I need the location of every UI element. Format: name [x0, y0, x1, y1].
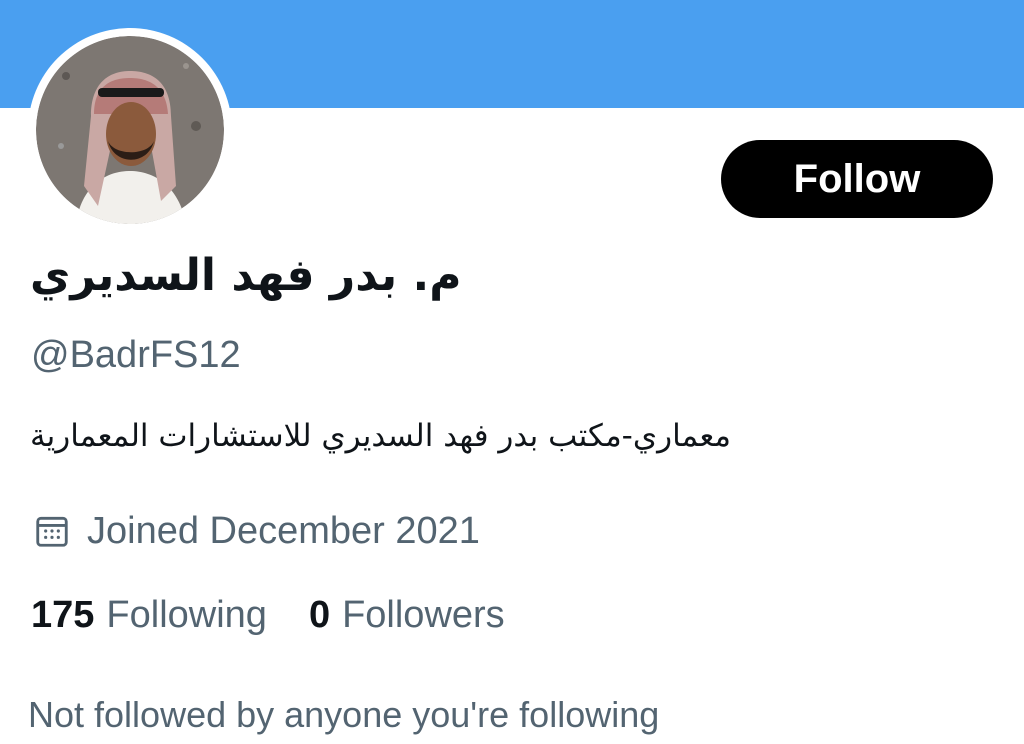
calendar-icon	[36, 516, 68, 547]
avatar[interactable]	[28, 28, 232, 232]
joined-label: Joined December 2021	[87, 509, 480, 552]
following-label: Following	[106, 593, 267, 636]
followers-link[interactable]: 0 Followers	[309, 594, 505, 637]
avatar-image	[36, 36, 224, 224]
following-link[interactable]: 175 Following	[31, 594, 267, 637]
joined-date: Joined December 2021	[33, 506, 480, 556]
mutual-followers-note: Not followed by anyone you're following	[28, 694, 660, 735]
following-count: 175	[31, 593, 95, 636]
display-name: م. بدر فهد السديري	[30, 250, 462, 301]
username-handle: @BadrFS12	[31, 334, 241, 376]
followers-count: 0	[308, 593, 331, 636]
follow-stats: 175 Following 0 Followers	[31, 590, 505, 640]
followers-label: Followers	[342, 593, 505, 636]
profile-bio: معماري-مكتب بدر فهد السديري للاستشارات ا…	[30, 418, 732, 454]
follow-button[interactable]: Follow	[721, 140, 993, 218]
